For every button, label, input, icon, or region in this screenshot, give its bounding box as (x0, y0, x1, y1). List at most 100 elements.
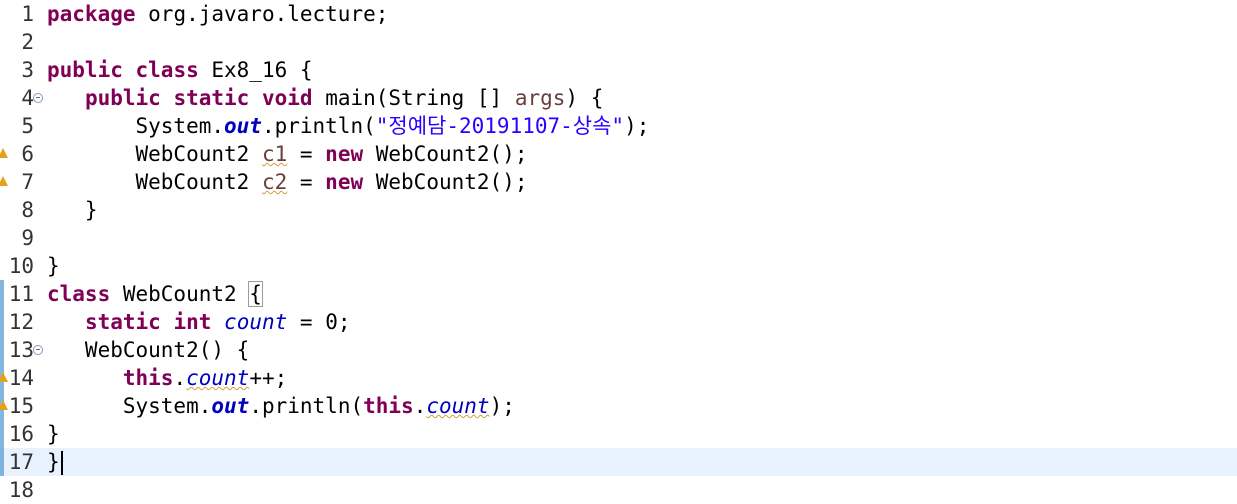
static-field-access-warning: count (186, 366, 250, 390)
code-line[interactable]: 1 package org.javaro.lecture; (0, 0, 1237, 28)
code-line[interactable]: 13 WebCount2() { (0, 336, 1237, 364)
code-line[interactable]: 7 WebCount2 c2 = new WebCount2(); (0, 168, 1237, 196)
keyword: static (84, 310, 161, 334)
code-line[interactable]: 14 this.count++; (0, 364, 1237, 392)
code-token: . (413, 394, 427, 418)
static-field-reference: out (211, 394, 250, 418)
parameter: args (514, 86, 566, 110)
code-token: ); (489, 394, 515, 418)
code-text: WebCount2 c1 = new WebCount2(); (47, 140, 528, 168)
code-token: org.javaro.lecture; (135, 2, 389, 26)
code-token: .println( (261, 114, 376, 138)
line-number: 13 (8, 338, 34, 362)
line-number: 10 (8, 254, 34, 278)
code-token: . (173, 366, 187, 390)
code-text: } (47, 196, 98, 224)
code-text: package org.javaro.lecture; (47, 0, 388, 28)
code-line[interactable]: 8 } (0, 196, 1237, 224)
code-line[interactable]: 2 (0, 28, 1237, 56)
keyword: package (47, 2, 136, 26)
code-line[interactable]: 18 (0, 476, 1237, 504)
code-line[interactable]: 12 static int count = 0; (0, 308, 1237, 336)
code-token: main(String [] (312, 86, 515, 110)
code-text: System.out.println("정예담-20191107-상속"); (47, 112, 650, 140)
code-text: } (47, 420, 60, 448)
code-text: WebCount2 c2 = new WebCount2(); (47, 168, 528, 196)
keyword: new (325, 170, 364, 194)
line-number: 2 (21, 30, 34, 54)
code-line[interactable]: 5 System.out.println("정예담-20191107-상속"); (0, 112, 1237, 140)
code-token: = 0; (287, 310, 351, 334)
code-line[interactable]: 16} (0, 420, 1237, 448)
code-token: } (47, 422, 60, 446)
code-editor[interactable]: 1 package org.javaro.lecture; 2 3 public cla… (0, 0, 1237, 503)
code-token: WebCount2 (47, 142, 262, 166)
code-token: Ex8_16 { (198, 58, 313, 82)
line-number: 9 (21, 226, 34, 250)
code-token: } (47, 198, 98, 222)
line-number: 6 (21, 142, 34, 166)
line-number: 17 (8, 450, 34, 474)
local-variable-unused: c1 (261, 142, 288, 166)
line-number: 15 (8, 394, 34, 418)
code-line[interactable]: 10} (0, 252, 1237, 280)
keyword: void (261, 86, 313, 110)
line-number: 14 (8, 366, 34, 390)
line-number: 11 (8, 282, 34, 306)
code-token: .println( (249, 394, 364, 418)
code-text: System.out.println(this.count); (47, 392, 515, 420)
matching-bracket: { (248, 281, 263, 307)
code-token: = (287, 142, 326, 166)
code-line[interactable]: 11 class WebCount2 { (0, 280, 1237, 308)
fold-collapse-icon[interactable] (33, 93, 43, 103)
code-line[interactable]: 15 System.out.println(this.count); (0, 392, 1237, 420)
code-line[interactable]: 4 public static void main(String [] args… (0, 84, 1237, 112)
code-token: } (47, 450, 60, 474)
code-text: } (47, 448, 63, 476)
line-number: 4 (21, 86, 34, 110)
code-line[interactable]: 9 (0, 224, 1237, 252)
code-token: WebCount2() { (47, 338, 250, 362)
code-text: public class Ex8_16 { (47, 56, 313, 84)
keyword: new (325, 142, 364, 166)
code-lines: 1 package org.javaro.lecture; 2 3 public cla… (0, 0, 1237, 504)
local-variable-unused: c2 (261, 170, 288, 194)
code-token: ) { (565, 86, 604, 110)
keyword: class (47, 282, 111, 306)
code-token: System. (47, 394, 212, 418)
code-line[interactable]: 3 public class Ex8_16 { (0, 56, 1237, 84)
fold-collapse-icon[interactable] (33, 345, 43, 355)
code-text: class WebCount2 { (47, 280, 263, 308)
line-number: 18 (8, 478, 34, 502)
code-token: } (47, 254, 60, 278)
code-text: this.count++; (47, 364, 287, 392)
keyword: int (173, 310, 212, 334)
string-literal: "정예담-20191107-상속" (375, 114, 625, 138)
keyword: public (47, 58, 123, 82)
code-text: public static void main(String [] args) … (47, 84, 603, 112)
code-token: WebCount2 (47, 170, 262, 194)
code-text: } (47, 252, 60, 280)
code-line[interactable]: 6 WebCount2 c1 = new WebCount2(); (0, 140, 1237, 168)
code-token: = (287, 170, 326, 194)
code-token: System. (47, 114, 225, 138)
code-text: WebCount2() { (47, 336, 249, 364)
keyword: this (122, 366, 174, 390)
code-token: WebCount2(); (363, 142, 528, 166)
code-token: WebCount2 (110, 282, 250, 306)
code-line[interactable]: 17} (0, 448, 1237, 476)
text-caret (60, 451, 63, 475)
line-number: 7 (21, 170, 34, 194)
keyword: class (135, 58, 199, 82)
code-token: WebCount2(); (363, 170, 528, 194)
static-field-access-warning: count (426, 394, 490, 418)
line-number: 16 (8, 422, 34, 446)
